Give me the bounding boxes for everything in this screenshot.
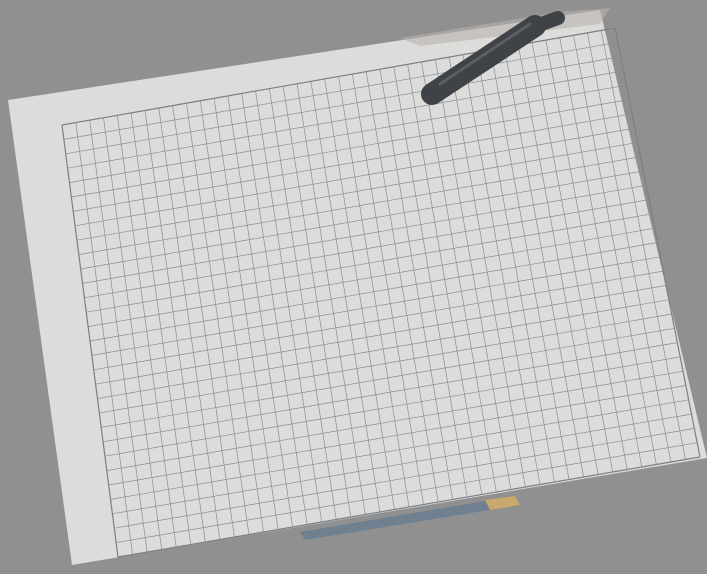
photo-scene xyxy=(0,0,707,574)
